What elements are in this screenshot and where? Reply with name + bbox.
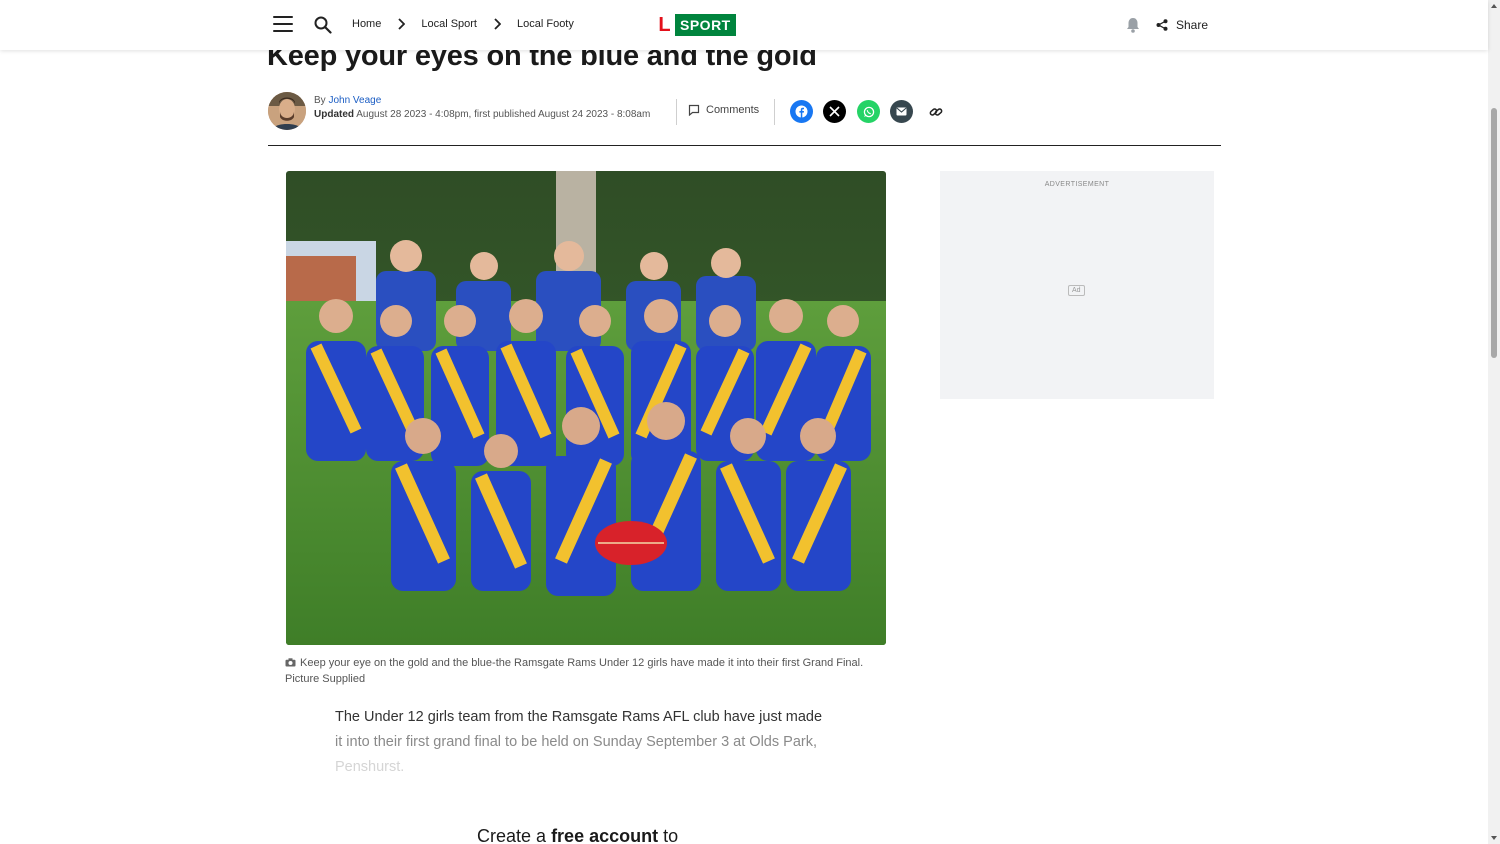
cta-suffix: to [663, 826, 679, 844]
bell-icon[interactable] [1126, 17, 1140, 33]
logo-letter: L [658, 14, 671, 36]
cta-free-account[interactable]: free account [551, 826, 658, 844]
whatsapp-icon[interactable] [857, 100, 880, 123]
breadcrumb-home[interactable]: Home [352, 18, 381, 30]
scroll-thumb[interactable] [1491, 108, 1497, 358]
lead-line: The Under 12 girls team from the Ramsgat… [335, 709, 823, 725]
breadcrumb-local-footy[interactable]: Local Footy [517, 18, 574, 30]
facebook-icon[interactable] [790, 100, 813, 123]
breadcrumb: Home Local Sport Local Footy [352, 18, 574, 30]
cta-prefix: Create a [477, 826, 547, 844]
page-scrollbar[interactable] [1488, 0, 1500, 844]
divider [676, 99, 677, 125]
by-prefix: By [314, 95, 326, 106]
email-icon[interactable] [890, 100, 913, 123]
share-label: Share [1176, 18, 1209, 32]
share-icon [1156, 19, 1168, 31]
x-icon[interactable] [823, 100, 846, 123]
share-button[interactable]: Share [1156, 18, 1208, 32]
publish-dates: August 28 2023 - 4:08pm, first published… [356, 109, 651, 120]
scroll-down-arrow-icon[interactable] [1490, 834, 1498, 842]
top-navigation-bar: Home Local Sport Local Footy L SPORT Sha… [0, 0, 1488, 50]
ad-label: ADVERTISEMENT [1044, 181, 1110, 188]
link-icon[interactable] [924, 100, 947, 123]
menu-icon[interactable] [273, 16, 293, 34]
byline: By John Veage Updated August 28 2023 - 4… [314, 94, 650, 122]
camera-icon [285, 658, 296, 667]
divider [774, 99, 775, 125]
image-caption: Keep your eye on the gold and the blue-t… [285, 655, 885, 687]
header-rule [268, 145, 1221, 146]
scroll-up-arrow-icon[interactable] [1490, 2, 1498, 10]
caption-text: Keep your eye on the gold and the blue-t… [285, 657, 864, 685]
ad-badge: Ad [1068, 285, 1085, 296]
lead-line: it into their first grand final to be he… [335, 734, 817, 750]
breadcrumb-local-sport[interactable]: Local Sport [421, 18, 477, 30]
author-link[interactable]: John Veage [328, 95, 381, 106]
chevron-right-icon [398, 18, 406, 30]
lead-line: Penshurst. [335, 759, 405, 775]
chevron-right-icon [494, 18, 501, 30]
site-logo[interactable]: L SPORT [656, 14, 736, 36]
author-avatar[interactable] [268, 92, 306, 130]
comments-button[interactable]: Comments [688, 104, 759, 116]
article-hero-image[interactable] [286, 171, 886, 645]
comments-label: Comments [706, 104, 760, 116]
updated-label: Updated [314, 109, 354, 120]
comment-icon [688, 104, 700, 116]
article-lead-paragraph: The Under 12 girls team from the Ramsgat… [335, 705, 855, 780]
logo-text: SPORT [675, 14, 736, 36]
create-account-prompt: Create a free account to [477, 826, 678, 844]
search-icon[interactable] [314, 16, 332, 34]
advertisement-slot[interactable]: ADVERTISEMENT Ad [940, 171, 1214, 399]
